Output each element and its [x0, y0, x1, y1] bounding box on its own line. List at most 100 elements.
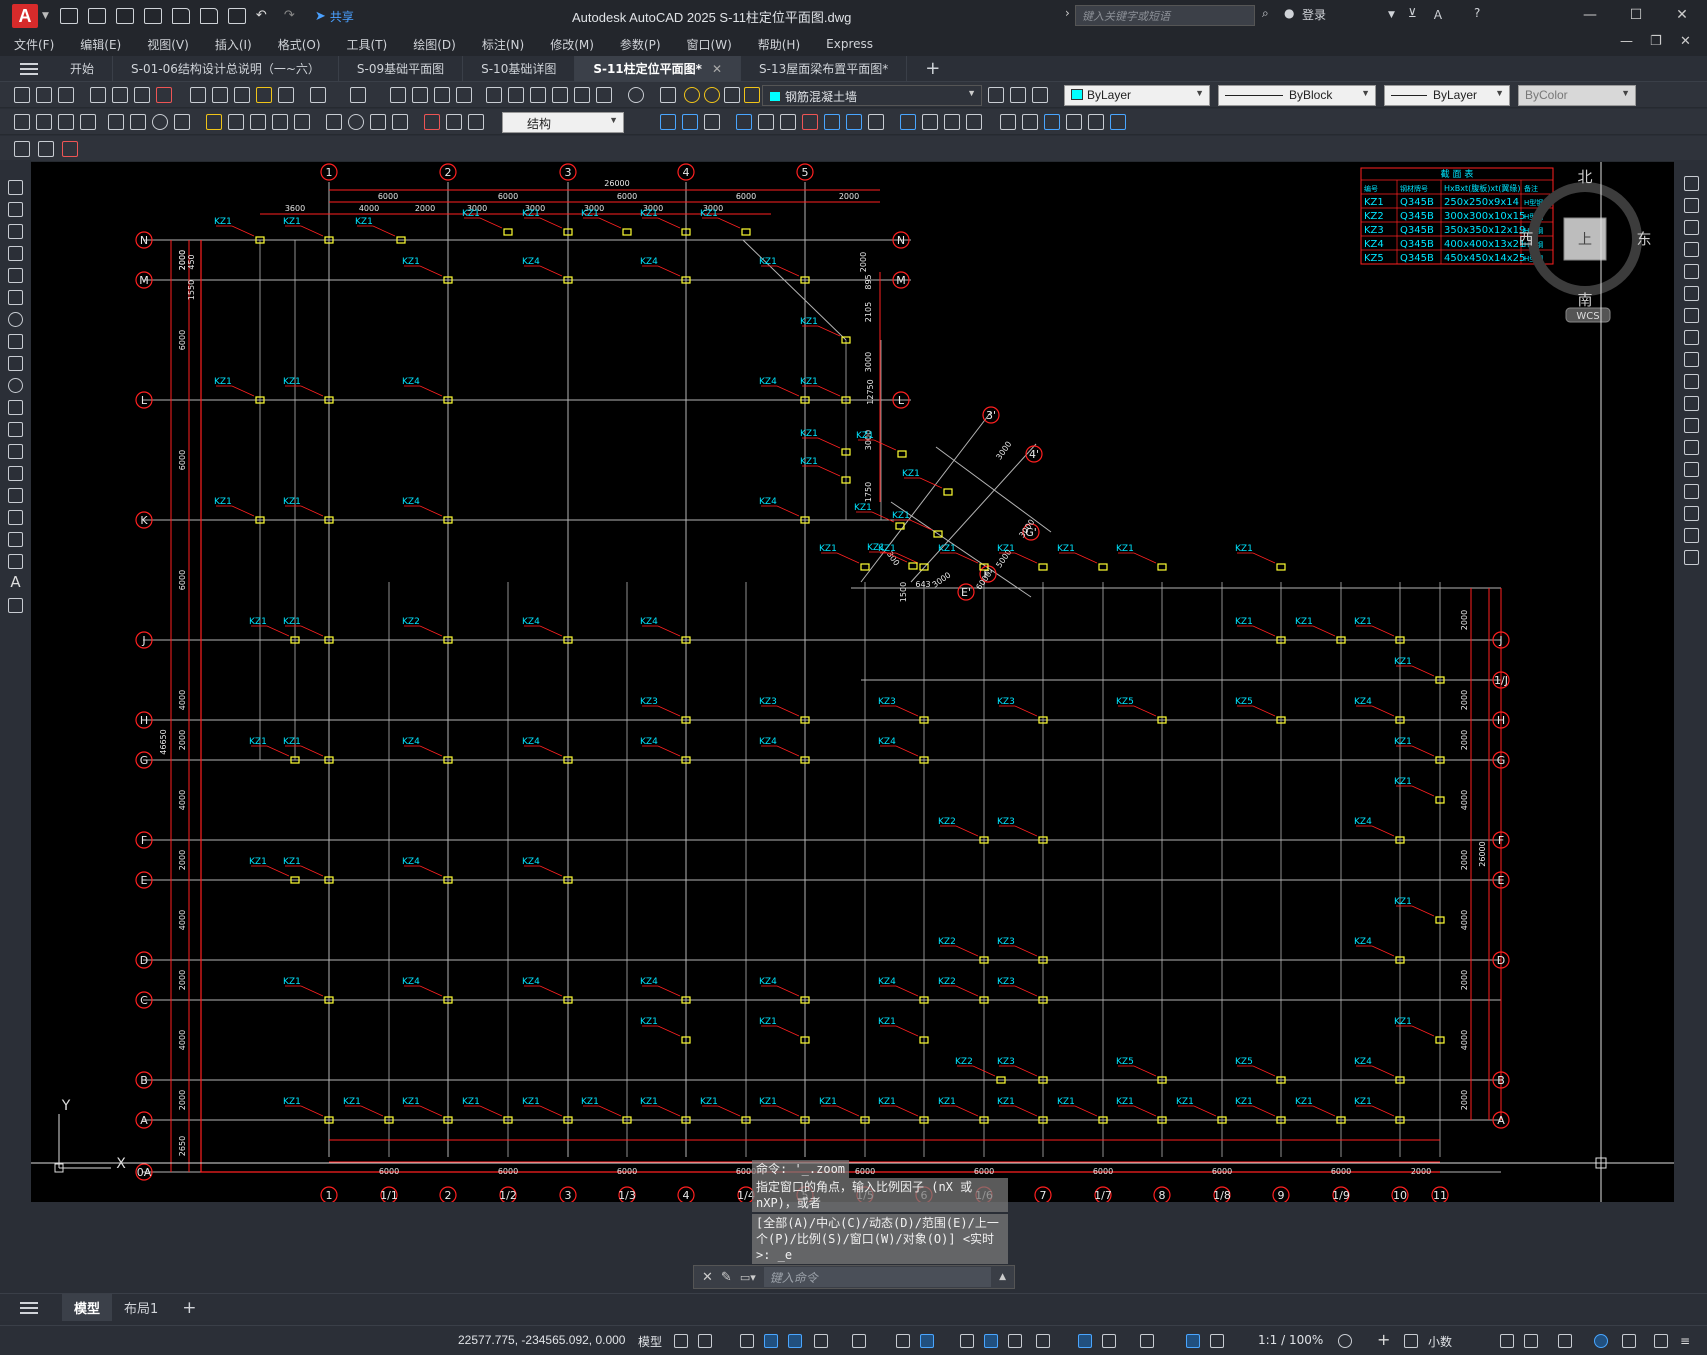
polar-tracking-icon[interactable] [814, 1334, 828, 1348]
search-icon[interactable]: ⌕ [1262, 6, 1269, 21]
quick-properties-icon[interactable] [1500, 1334, 1514, 1348]
layout-menu-icon[interactable] [20, 1301, 38, 1314]
layer-vp-icon[interactable] [724, 87, 740, 103]
tolerance-icon[interactable] [326, 114, 342, 130]
dimstyle-dropdown[interactable]: 结构 ▼ [502, 112, 624, 133]
dim-text-edit-icon[interactable] [446, 114, 462, 130]
menu-parametric[interactable]: 参数(P) [620, 36, 661, 53]
object-snap-icon[interactable] [920, 1334, 934, 1348]
isodraft-icon[interactable] [852, 1334, 866, 1348]
3d-revolve-icon[interactable] [758, 114, 774, 130]
command-prompt-icon[interactable]: ▭▾ [740, 1271, 756, 1284]
quickcalc-icon[interactable] [596, 87, 612, 103]
mirror-icon[interactable] [1684, 220, 1699, 235]
mtext-icon[interactable]: A [8, 575, 23, 591]
tab-s09[interactable]: S-09基础平面图 [339, 55, 464, 82]
polyline-icon[interactable] [8, 224, 23, 239]
gizmo-icon[interactable] [1140, 1334, 1154, 1348]
close-command-icon[interactable]: ✕ [702, 1270, 713, 1285]
spline-icon[interactable] [8, 356, 23, 371]
units-value[interactable]: 小数 [1428, 1333, 1452, 1350]
selection-filter-icon[interactable] [1102, 1334, 1116, 1348]
menu-file[interactable]: 文件(F) [14, 36, 54, 53]
menu-help[interactable]: 帮助(H) [758, 36, 800, 53]
quick-dim-icon[interactable] [206, 114, 222, 130]
clean-screen-icon[interactable] [1622, 1334, 1636, 1348]
jogged-dim-icon[interactable] [130, 114, 146, 130]
login-button[interactable]: 登录 [1302, 6, 1326, 23]
multiline-text-icon[interactable] [62, 141, 78, 157]
trim-icon[interactable] [1684, 374, 1699, 389]
new-icon[interactable] [14, 87, 30, 103]
menu-draw[interactable]: 绘图(D) [413, 36, 456, 53]
arc-icon[interactable] [8, 290, 23, 305]
point-icon[interactable] [8, 466, 23, 481]
auto-scale-icon[interactable] [1210, 1334, 1224, 1348]
maximize-button[interactable]: ☐ [1616, 4, 1656, 26]
3d-slice-icon[interactable] [868, 114, 884, 130]
app-logo-icon[interactable]: A [12, 4, 38, 28]
isolate-objects-icon[interactable] [1558, 1334, 1572, 1348]
open-folder-icon[interactable] [87, 8, 106, 24]
ellipse-arc-icon[interactable] [8, 400, 23, 415]
layer-freeze-icon[interactable] [704, 87, 720, 103]
3d-fillet-icon[interactable] [900, 114, 916, 130]
close-window-button[interactable]: ✕ [1662, 4, 1702, 26]
dim-update-icon[interactable] [468, 114, 484, 130]
design-center-icon[interactable] [508, 87, 524, 103]
3d-subtract-icon[interactable] [802, 114, 818, 130]
lock-ui-icon[interactable] [1524, 1334, 1538, 1348]
tab-layout1[interactable]: 布局1 [112, 1294, 170, 1321]
3d-move-icon[interactable] [1000, 114, 1016, 130]
3d-cylinder-icon[interactable] [704, 114, 720, 130]
command-input[interactable]: 键入命令 [763, 1267, 992, 1287]
insert-block-icon[interactable] [8, 422, 23, 437]
login-chevron-icon[interactable]: ▼ [1388, 10, 1395, 20]
copy-icon[interactable] [212, 87, 228, 103]
revision-cloud-icon[interactable] [8, 334, 23, 349]
scale-icon[interactable] [1684, 330, 1699, 345]
3d-box-icon[interactable] [660, 114, 676, 130]
plot-preview-icon[interactable] [112, 87, 128, 103]
selection-cycling-icon[interactable] [1008, 1334, 1022, 1348]
fillet-icon[interactable] [1684, 506, 1699, 521]
break-icon[interactable] [1684, 440, 1699, 455]
menu-insert[interactable]: 插入(I) [215, 36, 252, 53]
add-selected-icon[interactable] [8, 598, 23, 613]
ordinate-dim-icon[interactable] [80, 114, 96, 130]
break-at-point-icon[interactable] [1684, 418, 1699, 433]
3d-rotate-icon[interactable] [1022, 114, 1038, 130]
move-icon[interactable] [1684, 286, 1699, 301]
rectangle-icon[interactable] [8, 268, 23, 283]
help-icon[interactable]: ? [1474, 6, 1480, 20]
graphics-performance-icon[interactable] [1594, 1334, 1608, 1348]
ortho-icon[interactable] [788, 1334, 802, 1348]
full-screen-icon[interactable] [1654, 1334, 1668, 1348]
3d-scale-icon[interactable] [1110, 114, 1126, 130]
3dprint-icon[interactable] [156, 87, 172, 103]
circle-icon[interactable] [8, 312, 23, 327]
share-button[interactable]: 共享 [330, 8, 354, 25]
new-file-icon[interactable] [59, 8, 78, 24]
line-icon[interactable] [8, 180, 23, 195]
ellipse-icon[interactable] [8, 378, 23, 393]
3d-shell-icon[interactable] [944, 114, 960, 130]
table-icon[interactable] [8, 554, 23, 569]
lineweight-dropdown[interactable]: ByLayer ▼ [1384, 85, 1510, 106]
cart-icon[interactable]: ⊻ [1408, 6, 1417, 20]
menu-format[interactable]: 格式(O) [278, 36, 321, 53]
save-icon[interactable] [115, 8, 134, 24]
color-dropdown[interactable]: ByLayer ▼ [1064, 85, 1210, 106]
menu-view[interactable]: 视图(V) [147, 36, 189, 53]
erase-icon[interactable] [1684, 176, 1699, 191]
paste-icon[interactable] [234, 87, 250, 103]
coordinate-readout[interactable]: 22577.775, -234565.092, 0.000 [458, 1333, 625, 1347]
hatch-icon[interactable] [8, 488, 23, 503]
stretch-icon[interactable] [1684, 352, 1699, 367]
make-current-layer-icon[interactable] [988, 87, 1004, 103]
match-properties-icon[interactable] [256, 87, 272, 103]
explode-icon[interactable] [1684, 550, 1699, 565]
3d-extrude-icon[interactable] [736, 114, 752, 130]
3d-array-icon[interactable] [1088, 114, 1104, 130]
add-layout-button[interactable]: + [170, 1294, 208, 1322]
